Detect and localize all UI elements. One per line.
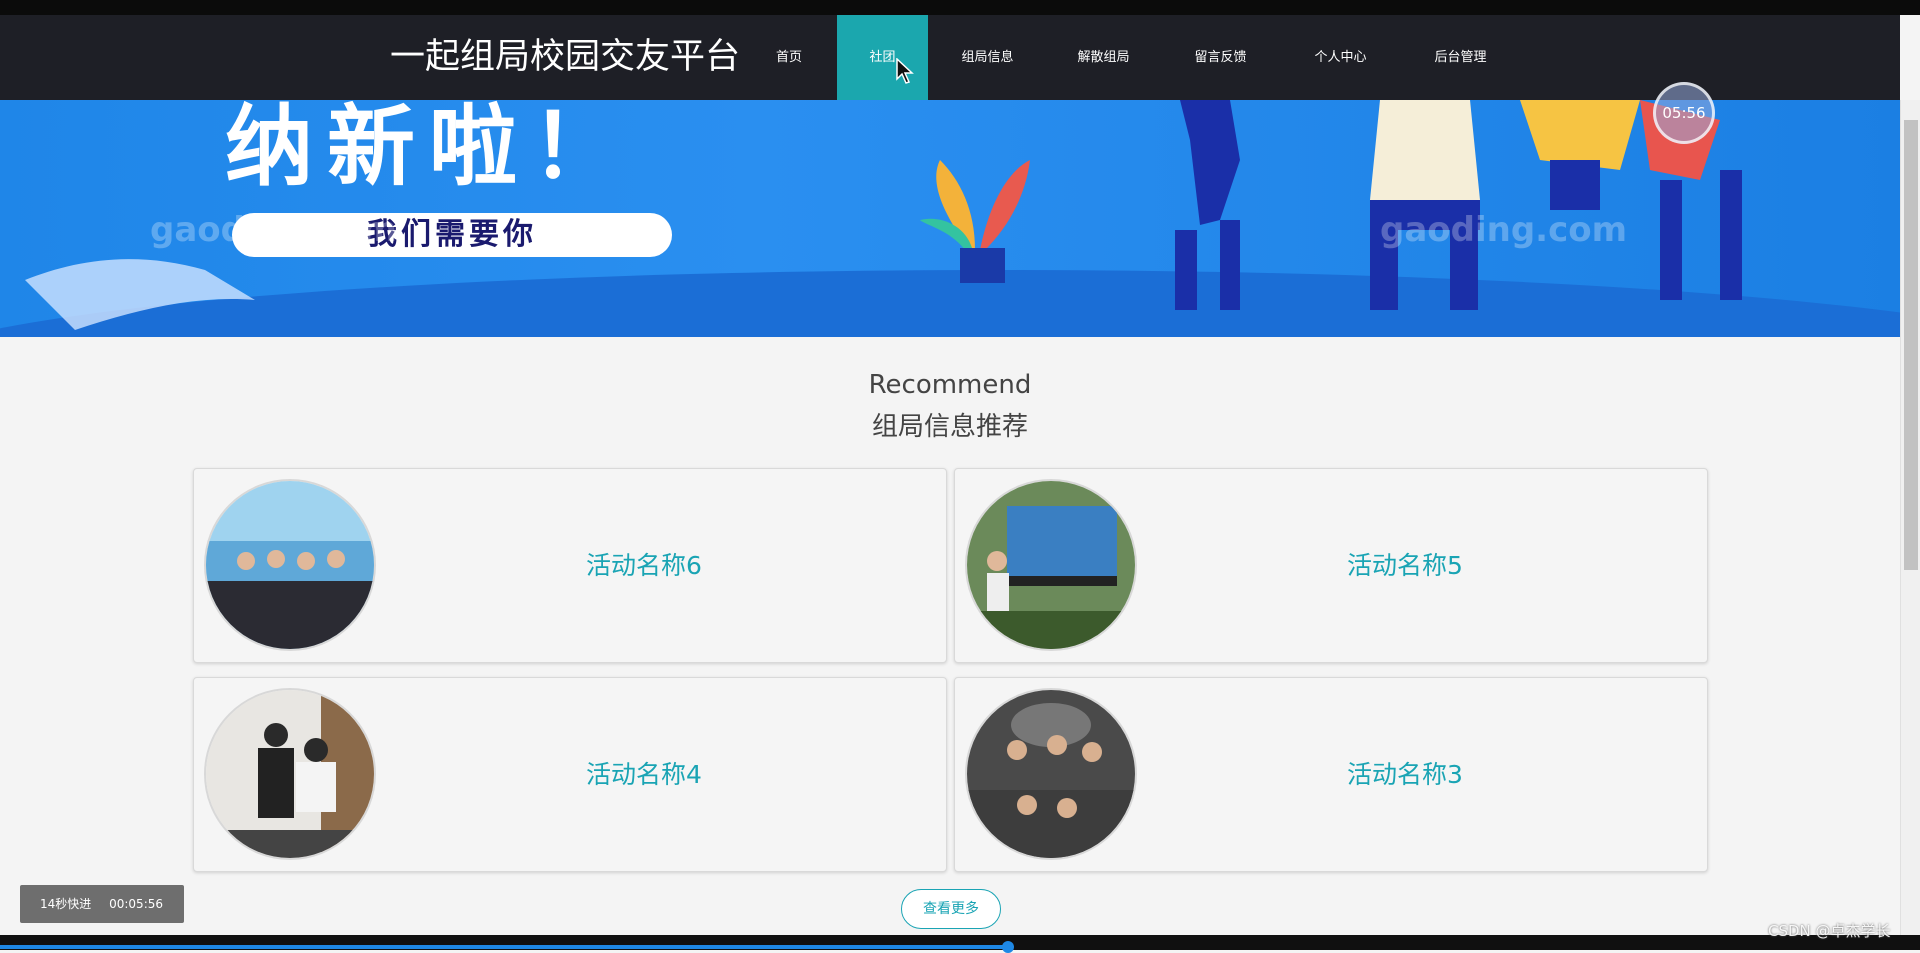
hero-banner[interactable]: 纳新啦！ 我们需要你 gaoding.com gaoding.com bbox=[0, 100, 1900, 337]
scrollbar-thumb[interactable] bbox=[1904, 120, 1918, 570]
nav-item-home[interactable]: 首页 bbox=[764, 15, 814, 100]
section-title-en: Recommend bbox=[868, 370, 1032, 400]
site-title: 一起组局校园交友平台 bbox=[390, 37, 741, 77]
view-more-button[interactable]: 查看更多 bbox=[901, 889, 1001, 929]
navbar: 一起组局校园交友平台 首页 社团 组局信息 解散组局 留言反馈 个人中心 后台管… bbox=[0, 15, 1900, 100]
activity-card-6[interactable]: 活动名称6 bbox=[193, 468, 947, 663]
activity-title[interactable]: 活动名称6 bbox=[494, 469, 794, 662]
watermark-left: gaoding.com bbox=[150, 210, 398, 250]
activity-card-3[interactable]: 活动名称3 bbox=[954, 677, 1708, 872]
player-overlay: 14秒快进 00:05:56 bbox=[20, 885, 184, 923]
top-edge-bar bbox=[0, 0, 1920, 15]
page-scrollbar[interactable] bbox=[1900, 100, 1920, 935]
activity-card-5[interactable]: 活动名称5 bbox=[954, 468, 1708, 663]
activity-card-4[interactable]: 活动名称4 bbox=[193, 677, 947, 872]
video-progress-bar[interactable] bbox=[0, 945, 1010, 949]
nav-item-admin[interactable]: 后台管理 bbox=[1423, 15, 1498, 100]
nav-item-group-info[interactable]: 组局信息 bbox=[950, 15, 1025, 100]
activity-photo bbox=[204, 688, 376, 860]
activity-title[interactable]: 活动名称3 bbox=[1255, 678, 1555, 871]
nav-item-club[interactable]: 社团 bbox=[837, 15, 928, 100]
activity-photo bbox=[965, 479, 1137, 651]
watermark-credit: CSDN @卓杰学长 bbox=[1768, 922, 1891, 940]
skip-label[interactable]: 14秒快进 bbox=[40, 897, 91, 911]
activity-photo bbox=[965, 688, 1137, 860]
nav-item-profile[interactable]: 个人中心 bbox=[1303, 15, 1378, 100]
section-title-cn: 组局信息推荐 bbox=[871, 412, 1028, 442]
banner-headline: 纳新啦！ bbox=[225, 100, 634, 198]
activity-title[interactable]: 活动名称4 bbox=[494, 678, 794, 871]
nav-item-disband[interactable]: 解散组局 bbox=[1066, 15, 1141, 100]
video-progress-knob[interactable] bbox=[1002, 941, 1014, 953]
nav-item-feedback[interactable]: 留言反馈 bbox=[1183, 15, 1258, 100]
player-time: 00:05:56 bbox=[109, 897, 164, 911]
timer-badge: 05:56 bbox=[1653, 82, 1715, 144]
activity-photo bbox=[204, 479, 376, 651]
activity-title[interactable]: 活动名称5 bbox=[1255, 469, 1555, 662]
paper-illustration bbox=[25, 259, 255, 330]
watermark-right: gaoding.com bbox=[1380, 210, 1628, 250]
plant-illustration bbox=[920, 160, 1030, 283]
